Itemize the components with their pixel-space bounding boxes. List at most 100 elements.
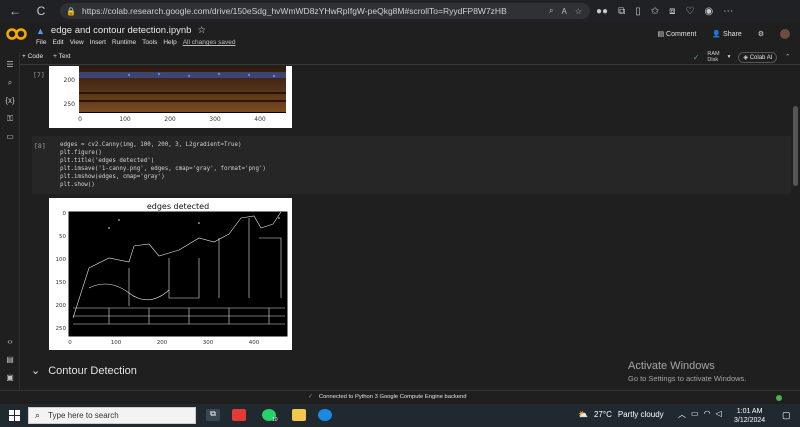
code-line-4[interactable]: plt.imsave('1-canny.png', edges, cmap='g…: [60, 166, 266, 172]
clock-date: 3/12/2024: [734, 417, 766, 424]
profile-icon[interactable]: ◉: [704, 6, 713, 17]
table-of-contents-icon[interactable]: ☰: [5, 60, 15, 70]
code-line-1[interactable]: edges = cv2.Canny(img, 100, 200, 3, L2gr…: [60, 142, 241, 148]
y-tick-0: 0: [63, 211, 67, 217]
favorite-icon[interactable]: ☆: [575, 7, 582, 16]
taskbar-clock[interactable]: 1:01 AM 3/12/2024: [734, 407, 765, 425]
notebook-toolbar: + Code + Text ✓ RAM Disk ▾ ◈ Colab AI ⌃: [0, 50, 800, 65]
variables-icon[interactable]: {x}: [5, 96, 15, 106]
refresh-button[interactable]: C: [30, 0, 52, 22]
windows-taskbar: ⌕ Type here to search ⧉ 10 ⛅ 27°C Partly…: [0, 404, 800, 427]
youtube-app-icon[interactable]: [232, 409, 246, 421]
avatar[interactable]: [780, 29, 790, 39]
search-icon[interactable]: ⌕: [549, 6, 553, 16]
code-line-6[interactable]: plt.show(): [60, 182, 95, 188]
comment-button[interactable]: ▤ Comment: [657, 30, 696, 38]
x-tick-200: 200: [164, 116, 176, 123]
menu-runtime[interactable]: Runtime: [112, 39, 136, 46]
windows-start-icon[interactable]: [9, 410, 20, 421]
back-button[interactable]: ←: [4, 0, 26, 22]
x-tick-100: 100: [119, 116, 131, 123]
edges-detected-plot: edges detected 0 50 100 150 200 250 0 10…: [56, 202, 288, 346]
share-button[interactable]: 👤 Share: [712, 30, 741, 38]
status-message[interactable]: ✓ Connected to Python 3 Google Compute E…: [308, 394, 466, 400]
menu-bar: File Edit View Insert Runtime Tools Help…: [36, 39, 235, 46]
add-code-button[interactable]: + Code: [22, 53, 43, 60]
star-icon[interactable]: ☆: [197, 25, 206, 36]
notebook-scrollbar[interactable]: [791, 66, 800, 390]
edge-browser-icon[interactable]: [318, 409, 332, 421]
x-tick-200: 200: [157, 340, 168, 346]
menu-tools[interactable]: Tools: [142, 39, 157, 46]
extension-icon[interactable]: ●●: [596, 6, 608, 17]
activate-subtitle: Go to Settings to activate Windows.: [628, 374, 747, 383]
scroll-thumb[interactable]: [793, 106, 798, 186]
puzzle-icon[interactable]: ⧉: [618, 6, 625, 17]
notifications-icon[interactable]: ▢: [782, 410, 791, 421]
menu-insert[interactable]: Insert: [90, 39, 106, 46]
runtime-dropdown-icon[interactable]: ▾: [728, 54, 731, 60]
clock-time: 1:01 AM: [736, 408, 763, 415]
drive-icon: ▲: [36, 25, 45, 36]
code-line-5[interactable]: plt.imshow(edges, cmap='gray'): [60, 174, 165, 180]
colab-header: ▲ edge and contour detection.ipynb ☆ Fil…: [0, 22, 800, 50]
weather-widget[interactable]: ⛅ 27°C Partly cloudy: [578, 410, 664, 419]
x-tick-400: 400: [254, 116, 266, 123]
read-aloud-icon[interactable]: A: [561, 7, 566, 16]
menu-view[interactable]: View: [70, 39, 84, 46]
notebook-title[interactable]: edge and contour detection.ipynb: [51, 25, 192, 36]
connection-dot-icon: [776, 395, 782, 401]
status-text: Connected to Python 3 Google Compute Eng…: [318, 394, 467, 400]
split-screen-icon[interactable]: ▯: [635, 6, 641, 17]
colab-logo-icon[interactable]: [6, 27, 28, 41]
share-icon: 👤: [712, 31, 722, 38]
favorites-bar-icon[interactable]: ✩: [651, 6, 659, 17]
search-icon[interactable]: ⌕: [5, 78, 15, 88]
code-line-2[interactable]: plt.figure(): [60, 150, 102, 156]
files-folder-icon[interactable]: ▭: [5, 132, 15, 142]
code-snippets-icon[interactable]: ‹›: [5, 337, 15, 347]
code-line-3[interactable]: plt.title('edges detected'): [60, 158, 154, 164]
y-tick-250: 250: [64, 101, 76, 108]
ram-disk-indicator[interactable]: RAM Disk: [707, 51, 719, 63]
notebook-cells[interactable]: [7] 200 250 0 100 200 300 400 [8] edges …: [21, 66, 791, 390]
whatsapp-badge: 10: [272, 417, 278, 423]
colab-ai-label: Colab AI: [749, 54, 773, 61]
file-explorer-icon[interactable]: [292, 409, 306, 421]
colab-ai-button[interactable]: ◈ Colab AI: [738, 51, 778, 63]
section-contour-detection[interactable]: ⌄ Contour Detection: [31, 364, 137, 378]
x-tick-100: 100: [111, 340, 122, 346]
menu-file[interactable]: File: [36, 39, 46, 46]
search-placeholder: Type here to search: [48, 411, 119, 420]
settings-icon[interactable]: ⚙: [758, 30, 764, 38]
url-text: https://colab.research.google.com/drive/…: [81, 6, 507, 16]
task-view-icon[interactable]: ⧉: [206, 409, 220, 421]
x-tick-0: 0: [78, 116, 82, 123]
menu-edit[interactable]: Edit: [52, 39, 63, 46]
wifi-icon[interactable]: ◠: [704, 409, 711, 420]
heart-icon[interactable]: ♡: [686, 6, 695, 17]
more-icon[interactable]: ⋯: [723, 6, 733, 17]
x-tick-300: 300: [209, 116, 221, 123]
volume-icon[interactable]: ◁: [716, 409, 722, 420]
chevron-down-icon[interactable]: ⌄: [31, 364, 40, 377]
search-icon: ⌕: [35, 410, 41, 420]
command-palette-icon[interactable]: ▤: [5, 355, 15, 365]
terminal-icon[interactable]: ▣: [5, 373, 15, 383]
add-text-button[interactable]: + Text: [53, 53, 70, 60]
show-hidden-icons-icon[interactable]: ︿: [678, 409, 686, 420]
network-icon[interactable]: ▭: [691, 409, 699, 420]
x-axis-ticks: 0 100 200 300 400: [68, 340, 259, 346]
status-check-icon: ✓: [308, 394, 313, 400]
browser-toolbar: ← C 🔒 https://colab.research.google.com/…: [0, 0, 800, 22]
notebook-title-row: ▲ edge and contour detection.ipynb ☆: [36, 25, 206, 36]
collapse-icon[interactable]: ⌃: [785, 54, 790, 60]
code-cell-8[interactable]: [8] edges = cv2.Canny(img, 100, 200, 3, …: [32, 136, 791, 194]
secrets-key-icon[interactable]: ⚿: [5, 114, 15, 124]
taskbar-search-box[interactable]: ⌕ Type here to search: [28, 407, 196, 424]
address-bar[interactable]: 🔒 https://colab.research.google.com/driv…: [60, 3, 590, 19]
saved-status[interactable]: All changes saved: [183, 39, 236, 46]
collections-icon[interactable]: ⧈: [669, 6, 675, 17]
menu-help[interactable]: Help: [163, 39, 176, 46]
lock-icon: 🔒: [66, 6, 76, 16]
